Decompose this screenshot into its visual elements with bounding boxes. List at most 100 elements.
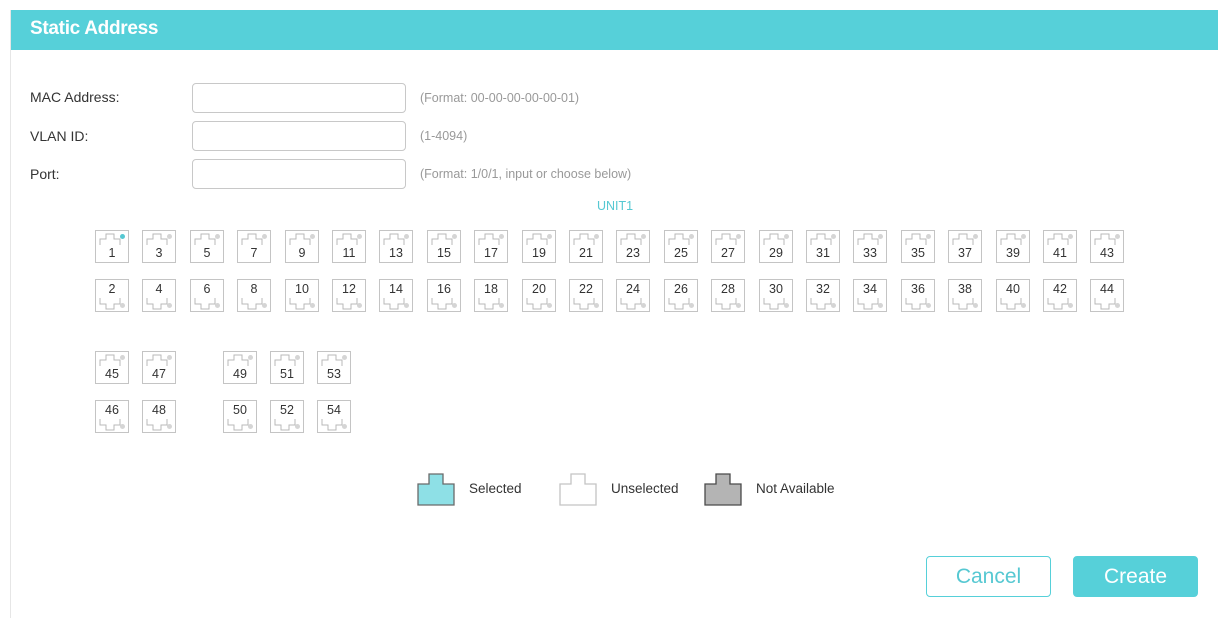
port-24-button[interactable]: 24: [616, 279, 650, 312]
port-33-button[interactable]: 33: [853, 230, 887, 263]
not-available-port-icon: [704, 473, 742, 506]
port-number: 27: [721, 246, 735, 260]
port-1-button[interactable]: 1: [95, 230, 129, 263]
port-22-button[interactable]: 22: [569, 279, 603, 312]
port-45-button[interactable]: 45: [95, 351, 129, 384]
port-11-button[interactable]: 11: [332, 230, 366, 263]
port-number: 7: [250, 246, 258, 260]
port-13-button[interactable]: 13: [379, 230, 413, 263]
port-number: 17: [484, 246, 498, 260]
port-number: 41: [1053, 246, 1067, 260]
port-outline-icon: [194, 233, 216, 245]
port-number: 40: [1006, 282, 1020, 296]
port-52-button[interactable]: 52: [270, 400, 304, 433]
port-20-button[interactable]: 20: [522, 279, 556, 312]
port-number: 31: [816, 246, 830, 260]
port-8-button[interactable]: 8: [237, 279, 271, 312]
port-14-button[interactable]: 14: [379, 279, 413, 312]
port-51-button[interactable]: 51: [270, 351, 304, 384]
port-12-button[interactable]: 12: [332, 279, 366, 312]
port-outline-icon: [952, 233, 974, 245]
port-16-button[interactable]: 16: [427, 279, 461, 312]
port-30-button[interactable]: 30: [759, 279, 793, 312]
port-number: 50: [233, 403, 247, 417]
port-outline-icon: [620, 298, 642, 310]
port-6-button[interactable]: 6: [190, 279, 224, 312]
port-27-button[interactable]: 27: [711, 230, 745, 263]
port-outline-icon: [321, 354, 343, 366]
port-status-dot-icon: [689, 234, 694, 239]
mac-address-label: MAC Address:: [30, 89, 120, 105]
port-32-button[interactable]: 32: [806, 279, 840, 312]
port-15-button[interactable]: 15: [427, 230, 461, 263]
port-49-button[interactable]: 49: [223, 351, 257, 384]
port-18-button[interactable]: 18: [474, 279, 508, 312]
cancel-button[interactable]: Cancel: [926, 556, 1051, 597]
port-status-dot-icon: [926, 303, 931, 308]
port-7-button[interactable]: 7: [237, 230, 271, 263]
port-outline-icon: [321, 419, 343, 431]
port-outline-icon: [99, 419, 121, 431]
port-number: 5: [203, 246, 211, 260]
port-5-button[interactable]: 5: [190, 230, 224, 263]
port-status-dot-icon: [1115, 303, 1120, 308]
port-outline-icon: [336, 233, 358, 245]
port-28-button[interactable]: 28: [711, 279, 745, 312]
vlan-id-input[interactable]: [192, 121, 406, 151]
port-status-dot-icon: [641, 303, 646, 308]
port-number: 11: [342, 246, 356, 260]
port-number: 48: [152, 403, 166, 417]
port-41-button[interactable]: 41: [1043, 230, 1077, 263]
port-31-button[interactable]: 31: [806, 230, 840, 263]
port-status-dot-icon: [120, 234, 125, 239]
port-43-button[interactable]: 43: [1090, 230, 1124, 263]
port-number: 46: [105, 403, 119, 417]
port-42-button[interactable]: 42: [1043, 279, 1077, 312]
port-status-dot-icon: [357, 234, 362, 239]
mac-address-input[interactable]: [192, 83, 406, 113]
port-number: 28: [721, 282, 735, 296]
port-status-dot-icon: [215, 303, 220, 308]
port-50-button[interactable]: 50: [223, 400, 257, 433]
port-44-button[interactable]: 44: [1090, 279, 1124, 312]
port-2-button[interactable]: 2: [95, 279, 129, 312]
port-outline-icon: [146, 298, 168, 310]
port-17-button[interactable]: 17: [474, 230, 508, 263]
port-37-button[interactable]: 37: [948, 230, 982, 263]
port-status-dot-icon: [1021, 234, 1026, 239]
port-39-button[interactable]: 39: [996, 230, 1030, 263]
mac-address-hint: (Format: 00-00-00-00-00-01): [420, 91, 580, 105]
port-46-button[interactable]: 46: [95, 400, 129, 433]
port-input[interactable]: [192, 159, 406, 189]
port-outline-icon: [289, 298, 311, 310]
port-36-button[interactable]: 36: [901, 279, 935, 312]
port-outline-icon: [99, 354, 121, 366]
port-21-button[interactable]: 21: [569, 230, 603, 263]
port-35-button[interactable]: 35: [901, 230, 935, 263]
port-40-button[interactable]: 40: [996, 279, 1030, 312]
port-outline-icon: [478, 298, 500, 310]
port-19-button[interactable]: 19: [522, 230, 556, 263]
port-34-button[interactable]: 34: [853, 279, 887, 312]
port-38-button[interactable]: 38: [948, 279, 982, 312]
port-48-button[interactable]: 48: [142, 400, 176, 433]
port-53-button[interactable]: 53: [317, 351, 351, 384]
port-outline-icon: [1000, 298, 1022, 310]
port-outline-icon: [620, 233, 642, 245]
port-status-dot-icon: [736, 303, 741, 308]
port-54-button[interactable]: 54: [317, 400, 351, 433]
port-10-button[interactable]: 10: [285, 279, 319, 312]
port-status-dot-icon: [878, 303, 883, 308]
port-9-button[interactable]: 9: [285, 230, 319, 263]
port-outline-icon: [336, 298, 358, 310]
port-outline-icon: [573, 298, 595, 310]
port-29-button[interactable]: 29: [759, 230, 793, 263]
port-4-button[interactable]: 4: [142, 279, 176, 312]
port-23-button[interactable]: 23: [616, 230, 650, 263]
create-button[interactable]: Create: [1073, 556, 1198, 597]
port-25-button[interactable]: 25: [664, 230, 698, 263]
port-26-button[interactable]: 26: [664, 279, 698, 312]
port-47-button[interactable]: 47: [142, 351, 176, 384]
port-status-dot-icon: [784, 303, 789, 308]
port-3-button[interactable]: 3: [142, 230, 176, 263]
